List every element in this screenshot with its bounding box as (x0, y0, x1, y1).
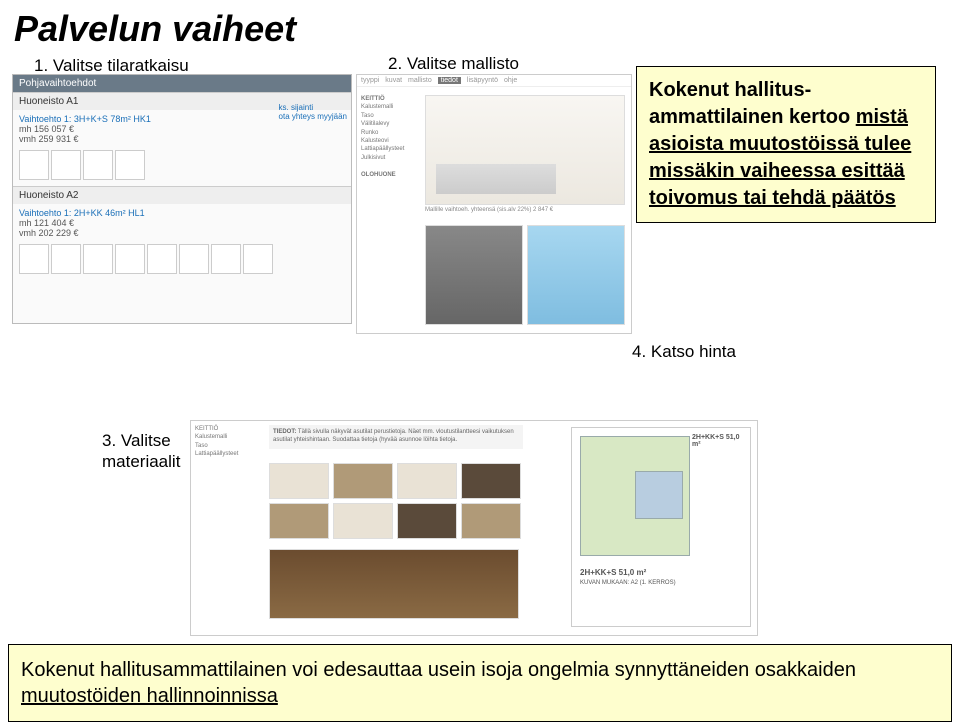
opt1-title: Vaihtoehto 1: 3H+K+S 78m² HK1 (19, 114, 151, 124)
side-links[interactable]: ks. sijainti ota yhteys myyjään (279, 103, 347, 121)
opt2-price-b: vmh 202 229 € (19, 228, 79, 238)
price-summary: Mallille vaihtoeh. yhteensä (sis.alv 22%… (425, 207, 553, 213)
step3-line2: materiaalit (102, 452, 180, 471)
swatch[interactable] (461, 463, 521, 499)
left-olohuone: OLOHUONE (361, 172, 396, 178)
opt1-price-b: vmh 259 931 € (19, 134, 79, 144)
plan-thumb[interactable] (51, 150, 81, 180)
nav-item[interactable]: Kalusteovi (361, 138, 389, 144)
plan-thumb[interactable] (147, 244, 177, 274)
kitchen-render (425, 95, 625, 205)
footer-box: Kokenut hallitusammattilainen voi edesau… (8, 644, 952, 722)
tabs: tyyppi kuvat mallisto tiedot lisäpyyntö … (357, 75, 631, 87)
callout-line1: Kokenut hallitus- (649, 79, 811, 101)
footer-text-b: muutostöiden hallinnoinnissa (21, 685, 278, 707)
floorplan-thumbs-a1 (13, 148, 351, 186)
tiedot-label: TIEDOT: (273, 429, 296, 435)
nav-item[interactable]: Lattiapäällysteet (195, 451, 238, 457)
swatch[interactable] (461, 503, 521, 539)
link-sijainti[interactable]: ks. sijainti (279, 103, 347, 112)
nav-item[interactable]: Taso (361, 113, 374, 119)
tab-kuvat[interactable]: kuvat (385, 77, 402, 84)
tab-tyyppi[interactable]: tyyppi (361, 77, 379, 84)
step-3-label: 3. Valitse materiaalit (102, 430, 180, 473)
link-yhteys[interactable]: ota yhteys myyjään (279, 112, 347, 121)
tiedot-box: TIEDOT: Tällä sivulla näkyvät asutilat p… (269, 425, 523, 449)
panel2-left-nav: KEITTIÖ Kalustemalli Taso Välitilalevy R… (361, 95, 421, 179)
tab-mallisto[interactable]: mallisto (408, 77, 432, 84)
plan-thumb[interactable] (115, 150, 145, 180)
nav-item[interactable]: Kalustemalli (195, 434, 227, 440)
nav-item[interactable]: Julkisivut (361, 155, 385, 161)
swatch[interactable] (397, 503, 457, 539)
tab-tiedot[interactable]: tiedot (438, 77, 461, 84)
plan-thumb[interactable] (83, 150, 113, 180)
material-swatches (269, 463, 521, 539)
swatch[interactable] (333, 503, 393, 539)
floorplan-area: 2H+KK+S 51,0 m² (692, 434, 744, 448)
swatch[interactable] (333, 463, 393, 499)
floorplan-room (635, 471, 683, 519)
floorplan: 2H+KK+S 51,0 m² 2H+KK+S 51,0 m² KUVAN MU… (571, 427, 751, 627)
opt2-title: Vaihtoehto 1: 2H+KK 46m² HL1 (19, 208, 145, 218)
left-hdr: KEITTIÖ (361, 96, 385, 102)
swatch[interactable] (269, 463, 329, 499)
fp-lbl-text: 2H+KK+S 51,0 m² (580, 568, 646, 577)
panel1-header: Pohjavaihtoehdot (13, 75, 351, 92)
floorplan-thumbs-a2 (13, 242, 351, 280)
panel3-sidebar: KEITTIÖ Kalustemalli Taso Lattiapäällyst… (195, 425, 265, 459)
plan-thumb[interactable] (19, 150, 49, 180)
plan-thumb[interactable] (211, 244, 241, 274)
nav-item[interactable]: Runko (361, 130, 378, 136)
callout-line2: ammattilainen kertoo (649, 106, 856, 128)
nav-item[interactable]: Taso (195, 443, 208, 449)
nav-item[interactable]: Lattiapäällysteet (361, 146, 404, 152)
render-window (527, 225, 625, 325)
opt2-price-a: mh 121 404 € (19, 218, 74, 228)
tab-lisa[interactable]: lisäpyyntö (467, 77, 498, 84)
footer-text-a: Kokenut hallitusammattilainen voi edesau… (21, 659, 856, 681)
swatch[interactable] (269, 503, 329, 539)
nav-item[interactable]: KEITTIÖ (195, 426, 218, 432)
tiedot-text: Tällä sivulla näkyvät asutilat perustiet… (273, 429, 514, 443)
large-floor-sample (269, 549, 519, 619)
step-4-label: 4. Katso hinta (632, 342, 736, 362)
nav-item[interactable]: Välitilalevy (361, 121, 389, 127)
fp-sub: KUVAN MUKAAN: A2 (1. KERROS) (580, 580, 676, 586)
plan-thumb[interactable] (19, 244, 49, 274)
step3-line1: 3. Valitse (102, 431, 171, 450)
panel-mallisto: tyyppi kuvat mallisto tiedot lisäpyyntö … (356, 74, 632, 334)
panel-materials: KEITTIÖ Kalustemalli Taso Lattiapäällyst… (190, 420, 758, 636)
swatch[interactable] (397, 463, 457, 499)
nav-item[interactable]: Kalustemalli (361, 104, 393, 110)
floorplan-outline (580, 436, 690, 556)
plan-thumb[interactable] (179, 244, 209, 274)
panel-floor-options: Pohjavaihtoehdot Huoneisto A1 Vaihtoehto… (12, 74, 352, 324)
plan-thumb[interactable] (115, 244, 145, 274)
plan-thumb[interactable] (243, 244, 273, 274)
apartment-a2: Huoneisto A2 (13, 186, 351, 204)
option-a2[interactable]: Vaihtoehto 1: 2H+KK 46m² HL1 mh 121 404 … (13, 204, 351, 242)
plan-thumb[interactable] (51, 244, 81, 274)
callout-box: Kokenut hallitus- ammattilainen kertoo m… (636, 66, 936, 223)
counter-shape (436, 164, 556, 194)
opt1-price-a: mh 156 057 € (19, 124, 74, 134)
plan-thumb[interactable] (83, 244, 113, 274)
render-wall (425, 225, 523, 325)
page-title: Palvelun vaiheet (0, 0, 960, 54)
floorplan-label: 2H+KK+S 51,0 m² KUVAN MUKAAN: A2 (1. KER… (580, 568, 676, 586)
step-2-label: 2. Valitse mallisto (388, 54, 519, 74)
tab-ohje[interactable]: ohje (504, 77, 517, 84)
